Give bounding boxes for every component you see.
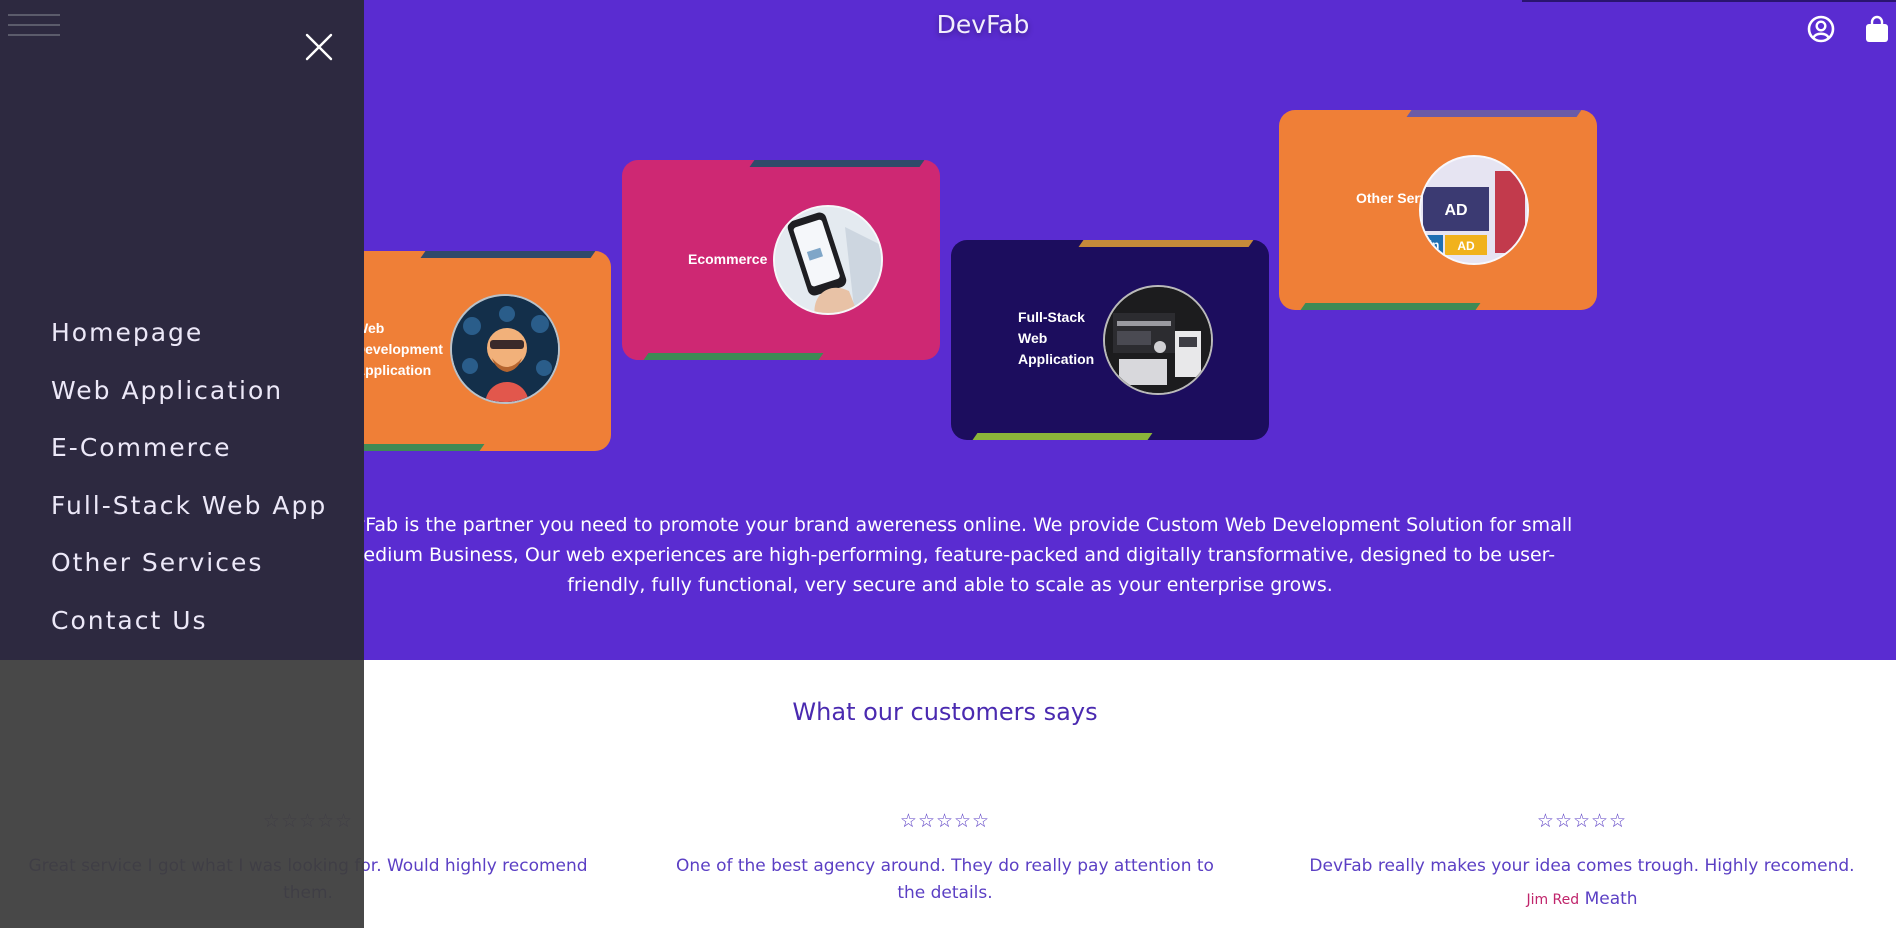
svg-text:in: in bbox=[1429, 238, 1440, 252]
other-services-image: AD AD in bbox=[1419, 155, 1529, 265]
card-top-stripe bbox=[420, 251, 596, 258]
card-top-stripe bbox=[749, 160, 925, 167]
review-author: Jim Red Meath bbox=[1302, 886, 1862, 914]
menu-item-full-stack-web-app[interactable]: Full-Stack Web App bbox=[51, 491, 327, 549]
ecommerce-image bbox=[773, 205, 883, 315]
close-icon[interactable] bbox=[304, 32, 334, 62]
menu-list: Homepage Web Application E-Commerce Full… bbox=[51, 318, 327, 663]
service-card-other-services[interactable]: Other Services AD AD in bbox=[1279, 110, 1597, 310]
menu-item-other-services[interactable]: Other Services bbox=[51, 548, 327, 606]
review-card: ☆☆☆☆☆ One of the best agency around. The… bbox=[665, 808, 1225, 907]
top-accent-line bbox=[1522, 0, 1896, 2]
about-paragraph: DevFab is the partner you need to promot… bbox=[327, 514, 1573, 596]
card-top-stripe bbox=[1078, 240, 1254, 247]
review-text: DevFab really makes your idea comes trou… bbox=[1309, 856, 1855, 876]
star-rating: ☆☆☆☆☆ bbox=[899, 810, 991, 832]
card-top-stripe bbox=[1406, 110, 1582, 117]
user-circle-icon[interactable] bbox=[1806, 14, 1836, 44]
service-card-full-stack[interactable]: Full-Stack Web Application bbox=[951, 240, 1269, 440]
card-label: Web Development Application bbox=[355, 320, 443, 378]
service-card-ecommerce[interactable]: Ecommerce bbox=[622, 160, 940, 360]
card-bottom-stripe bbox=[643, 353, 824, 360]
full-stack-image bbox=[1103, 285, 1213, 395]
author-first-name: Jim Red bbox=[1526, 892, 1580, 908]
menu-item-web-application[interactable]: Web Application bbox=[51, 376, 327, 434]
card-bottom-stripe bbox=[1300, 303, 1481, 310]
svg-text:AD: AD bbox=[1457, 239, 1475, 253]
star-rating: ☆☆☆☆☆ bbox=[1536, 810, 1628, 832]
author-last-name: Meath bbox=[1584, 889, 1638, 909]
review-text: One of the best agency around. They do r… bbox=[676, 856, 1214, 903]
shopping-bag-icon[interactable] bbox=[1862, 14, 1892, 44]
web-development-image bbox=[450, 294, 560, 404]
svg-text:AD: AD bbox=[1444, 202, 1467, 219]
menu-item-homepage[interactable]: Homepage bbox=[51, 318, 327, 376]
review-card: ☆☆☆☆☆ DevFab really makes your idea come… bbox=[1302, 808, 1862, 914]
card-bottom-stripe bbox=[972, 433, 1153, 440]
side-menu: Homepage Web Application E-Commerce Full… bbox=[0, 0, 364, 660]
menu-item-contact-us[interactable]: Contact Us bbox=[51, 606, 327, 664]
hamburger-icon[interactable] bbox=[8, 12, 62, 38]
menu-item-e-commerce[interactable]: E-Commerce bbox=[51, 433, 327, 491]
